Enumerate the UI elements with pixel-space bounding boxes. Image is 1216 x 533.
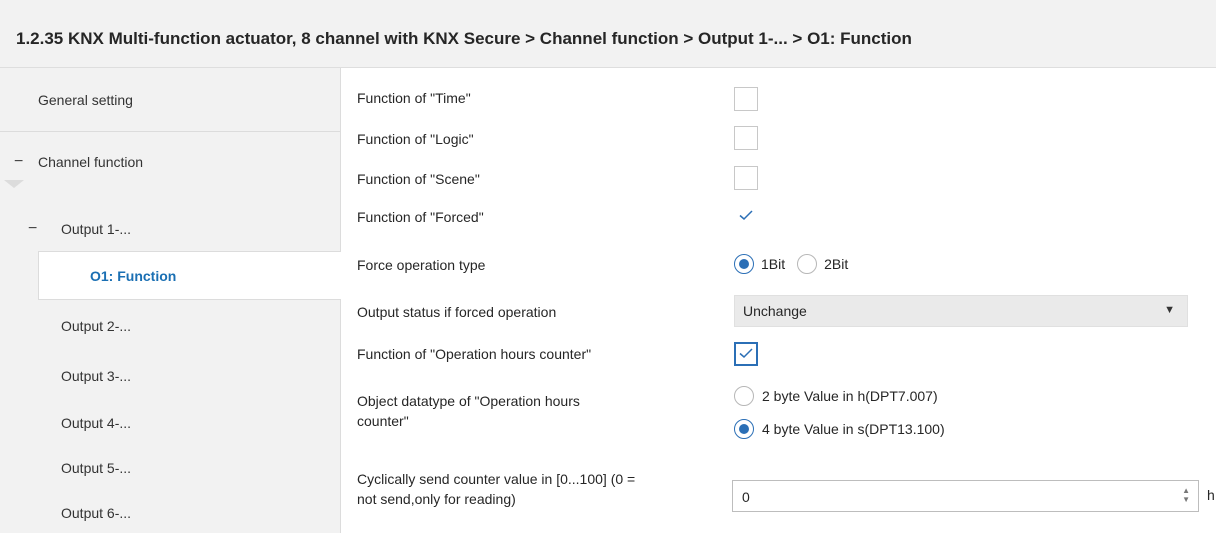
divider xyxy=(0,131,340,132)
scene-checkbox[interactable] xyxy=(734,166,758,190)
sidebar-item-label: General setting xyxy=(38,92,133,108)
collapse-icon[interactable]: − xyxy=(14,153,23,171)
datatype-option-4byte[interactable]: 4 byte Value in s(DPT13.100) xyxy=(734,419,945,439)
logic-label: Function of "Logic" xyxy=(357,131,474,147)
sidebar-item-channel-function[interactable]: − Channel function xyxy=(0,134,340,190)
sidebar-item-output-5[interactable]: Output 5-... xyxy=(0,443,340,493)
sidebar-item-output-6[interactable]: Output 6-... xyxy=(0,488,340,533)
sidebar-item-label: Output 2-... xyxy=(61,318,132,334)
sidebar-item-label: Output 4-... xyxy=(61,415,132,431)
datatype-label-line1: Object datatype of "Operation hours xyxy=(357,393,580,409)
cyclic-label-line2: not send,only for reading) xyxy=(357,491,516,507)
force-type-option-label: 1Bit xyxy=(761,256,786,272)
cyclic-label-line1: Cyclically send counter value in [0...10… xyxy=(357,471,636,487)
sidebar-item-output-1[interactable]: − Output 1-... xyxy=(0,201,340,257)
breadcrumb: 1.2.35 KNX Multi-function actuator, 8 ch… xyxy=(16,29,912,48)
force-type-option-1bit[interactable]: 1Bit xyxy=(734,254,785,274)
tree-notch-icon xyxy=(4,180,24,188)
sidebar: General setting − Channel function − Out… xyxy=(0,68,342,533)
sidebar-item-o1-function[interactable]: O1: Function xyxy=(38,251,342,300)
output-status-label: Output status if forced operation xyxy=(357,304,557,320)
output-status-select[interactable]: Unchange ▼ xyxy=(734,295,1188,327)
datatype-option-label: 4 byte Value in s(DPT13.100) xyxy=(762,421,945,437)
parameter-panel: Function of "Time" Function of "Logic" F… xyxy=(341,68,1216,533)
sidebar-item-output-4[interactable]: Output 4-... xyxy=(0,398,340,448)
logic-checkbox[interactable] xyxy=(734,126,758,150)
force-type-option-2bit[interactable]: 2Bit xyxy=(797,254,848,274)
datatype-label: Object datatype of "Operation hours coun… xyxy=(357,391,580,431)
sidebar-item-label: Output 6-... xyxy=(61,505,132,521)
datatype-label-line2: counter" xyxy=(357,413,409,429)
datatype-option-label: 2 byte Value in h(DPT7.007) xyxy=(762,388,938,404)
cyclic-value: 0 xyxy=(742,489,750,505)
cyclic-unit: h xyxy=(1207,487,1215,503)
sidebar-item-label: Output 3-... xyxy=(61,368,132,384)
cyclic-label: Cyclically send counter value in [0...10… xyxy=(357,469,635,509)
sidebar-item-output-2[interactable]: Output 2-... xyxy=(0,301,340,351)
force-type-option-label: 2Bit xyxy=(824,256,849,272)
radio-selected-icon[interactable] xyxy=(734,254,754,274)
output-status-value: Unchange xyxy=(743,303,807,319)
dropdown-arrow-icon: ▼ xyxy=(1164,304,1175,316)
sidebar-item-output-3[interactable]: Output 3-... xyxy=(0,351,340,401)
sidebar-item-label: Channel function xyxy=(38,154,144,170)
radio-unselected-icon[interactable] xyxy=(734,386,754,406)
forced-checkbox[interactable] xyxy=(734,204,758,228)
collapse-icon[interactable]: − xyxy=(28,220,37,238)
radio-unselected-icon[interactable] xyxy=(797,254,818,274)
header-bar: 1.2.35 KNX Multi-function actuator, 8 ch… xyxy=(0,0,1216,68)
check-icon xyxy=(739,210,753,221)
force-type-radio-group: 1Bit 2Bit xyxy=(734,254,848,274)
scene-label: Function of "Scene" xyxy=(357,171,480,187)
datatype-option-2byte[interactable]: 2 byte Value in h(DPT7.007) xyxy=(734,386,938,406)
hours-counter-checkbox[interactable] xyxy=(734,342,758,366)
time-checkbox[interactable] xyxy=(734,87,758,111)
cyclic-value-spinbox[interactable]: 0 ▲ ▼ xyxy=(732,480,1199,512)
forced-label: Function of "Forced" xyxy=(357,209,484,225)
sidebar-item-label: O1: Function xyxy=(90,267,177,284)
sidebar-item-label: Output 5-... xyxy=(61,460,132,476)
sidebar-item-general-setting[interactable]: General setting xyxy=(0,72,340,128)
hours-counter-label: Function of "Operation hours counter" xyxy=(357,346,592,362)
time-label: Function of "Time" xyxy=(357,90,471,106)
check-icon xyxy=(739,348,753,359)
radio-selected-icon[interactable] xyxy=(734,419,754,439)
sidebar-item-label: Output 1-... xyxy=(61,221,132,237)
spinner-arrows-icon[interactable]: ▲ ▼ xyxy=(1182,486,1190,504)
force-type-label: Force operation type xyxy=(357,257,486,273)
